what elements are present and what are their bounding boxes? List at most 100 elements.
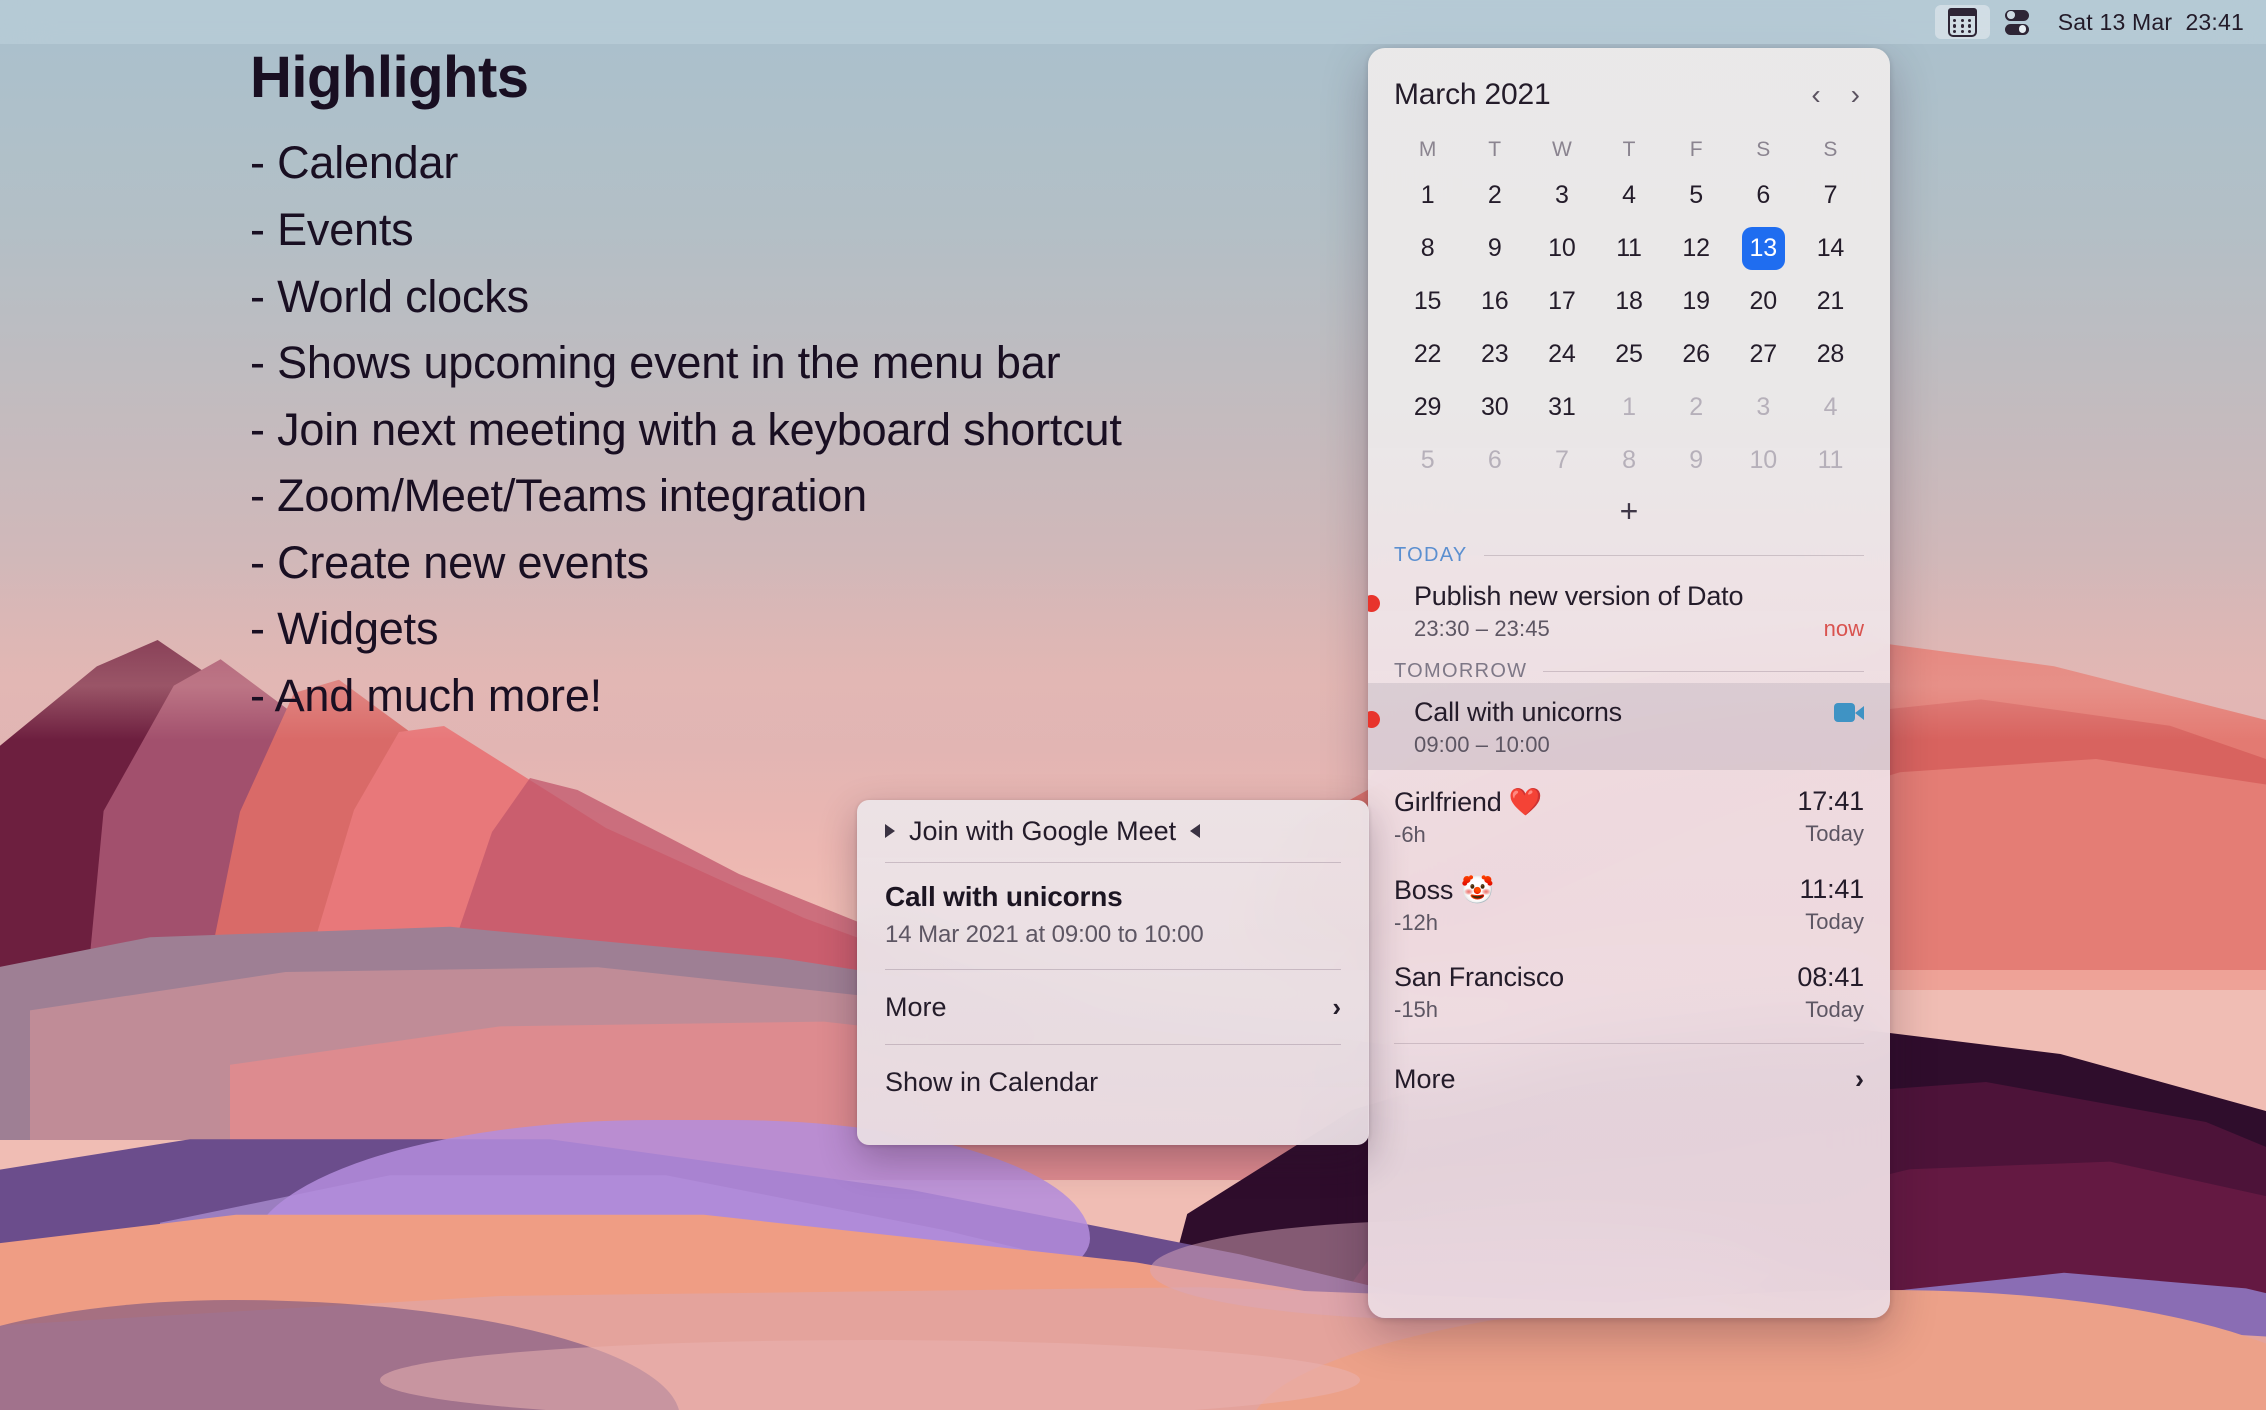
- event-title: Publish new version of Dato: [1414, 581, 1744, 611]
- calendar-day[interactable]: 21: [1797, 278, 1864, 325]
- chevron-right-icon: ›: [1332, 991, 1341, 1022]
- calendar-day[interactable]: 22: [1394, 331, 1461, 378]
- calendar-day[interactable]: 29: [1394, 384, 1461, 431]
- calendar-day-label: 30: [1480, 393, 1509, 421]
- section-divider: [1483, 555, 1864, 556]
- add-event-button[interactable]: +: [1368, 484, 1890, 538]
- weekday-label: F: [1689, 138, 1703, 161]
- calendar-day[interactable]: 9: [1461, 225, 1528, 272]
- world-clock-day: Today: [1805, 997, 1864, 1022]
- calendar-day[interactable]: 16: [1461, 278, 1528, 325]
- event-title: Call with unicorns: [1414, 697, 1622, 727]
- menu-bar-calendar-item[interactable]: [1934, 5, 1990, 39]
- world-clock-time: 08:41: [1797, 962, 1864, 992]
- calendar-day[interactable]: 10: [1730, 437, 1797, 484]
- highlights-item: - And much more!: [250, 670, 602, 722]
- section-label: TODAY: [1394, 544, 1468, 566]
- world-clock-row[interactable]: San Francisco -15h 08:41 Today: [1368, 946, 1890, 1033]
- section-label: TOMORROW: [1394, 660, 1528, 682]
- calendar-day[interactable]: 23: [1461, 331, 1528, 378]
- calendar-day[interactable]: 11: [1797, 437, 1864, 484]
- calendar-day[interactable]: 8: [1595, 437, 1662, 484]
- calendar-day-label: 10: [1749, 446, 1778, 474]
- calendar-day[interactable]: 17: [1528, 278, 1595, 325]
- calendar-week-row: 22 23 24 25 26 27 28: [1394, 331, 1864, 378]
- calendar-day[interactable]: 30: [1461, 384, 1528, 431]
- calendar-day[interactable]: 27: [1730, 331, 1797, 378]
- calendar-day-label: 7: [1823, 181, 1838, 209]
- calendar-day[interactable]: 5: [1394, 437, 1461, 484]
- calendar-day-label: 26: [1682, 340, 1710, 368]
- calendar-day-label: 9: [1487, 234, 1502, 262]
- calendar-day[interactable]: 7: [1528, 437, 1595, 484]
- menu-bar-control-center-item[interactable]: [1990, 5, 2044, 39]
- calendar-day[interactable]: 18: [1595, 278, 1662, 325]
- calendar-day[interactable]: 3: [1730, 384, 1797, 431]
- calendar-day-label: 13: [1741, 227, 1785, 270]
- calendar-day[interactable]: 14: [1797, 225, 1864, 272]
- calendar-day[interactable]: 20: [1730, 278, 1797, 325]
- calendar-day[interactable]: 11: [1595, 225, 1662, 272]
- calendar-day[interactable]: 15: [1394, 278, 1461, 325]
- event-time: 23:30 – 23:45: [1414, 616, 1550, 641]
- calendar-day[interactable]: 2: [1461, 172, 1528, 219]
- calendar-day-label: 3: [1756, 393, 1771, 421]
- calendar-day-label: 7: [1554, 446, 1569, 474]
- menu-bar: Sat 13 Mar 23:41: [0, 0, 2266, 44]
- calendar-day[interactable]: 9: [1663, 437, 1730, 484]
- chevron-left-icon[interactable]: ‹: [1811, 81, 1820, 109]
- video-camera-icon[interactable]: [1834, 703, 1864, 722]
- calendar-day[interactable]: 31: [1528, 384, 1595, 431]
- desktop: Sat 13 Mar 23:41 Highlights - Calendar -…: [0, 0, 2266, 1410]
- calendar-day[interactable]: 1: [1394, 172, 1461, 219]
- calendar-header: March 2021 ‹ ›: [1368, 48, 1890, 112]
- calendar-day-label: 8: [1420, 234, 1435, 262]
- weekday-label: M: [1418, 138, 1437, 161]
- calendar-day[interactable]: 5: [1663, 172, 1730, 219]
- weekday-label: S: [1823, 138, 1838, 161]
- world-clock-day: Today: [1805, 909, 1864, 934]
- chevron-right-icon: ›: [1855, 1064, 1864, 1094]
- calendar-day[interactable]: 4: [1797, 384, 1864, 431]
- chevron-right-icon[interactable]: ›: [1851, 81, 1860, 109]
- context-menu-event-subtitle: 14 Mar 2021 at 09:00 to 10:00: [885, 921, 1204, 948]
- event-title-row: Call with unicorns: [1414, 697, 1864, 728]
- calendar-day[interactable]: 10: [1528, 225, 1595, 272]
- calendar-day[interactable]: 4: [1595, 172, 1662, 219]
- event-color-dot: [1368, 711, 1380, 728]
- calendar-day-label: 20: [1749, 287, 1778, 315]
- context-menu-show-in-calendar-item[interactable]: Show in Calendar: [857, 1045, 1369, 1119]
- context-menu-more-item[interactable]: More ›: [857, 970, 1369, 1044]
- calendar-day[interactable]: 25: [1595, 331, 1662, 378]
- world-clock-row[interactable]: Boss 🤡 -12h 11:41 Today: [1368, 858, 1890, 946]
- calendar-nav: ‹ ›: [1811, 81, 1864, 109]
- calendar-day[interactable]: 19: [1663, 278, 1730, 325]
- calendar-day[interactable]: 1: [1595, 384, 1662, 431]
- event-row[interactable]: Call with unicorns 09:00 – 10:00: [1368, 683, 1890, 770]
- calendar-day[interactable]: 8: [1394, 225, 1461, 272]
- highlights-heading: Highlights: [250, 45, 529, 110]
- calendar-day-label: 15: [1413, 287, 1442, 315]
- calendar-day[interactable]: 7: [1797, 172, 1864, 219]
- section-header-tomorrow: TOMORROW: [1368, 654, 1890, 683]
- calendar-day[interactable]: 6: [1461, 437, 1528, 484]
- panel-more-button[interactable]: More ›: [1368, 1044, 1890, 1109]
- calendar-day[interactable]: 26: [1663, 331, 1730, 378]
- calendar-day[interactable]: 3: [1528, 172, 1595, 219]
- context-menu-join-item[interactable]: Join with Google Meet: [857, 800, 1369, 862]
- calendar-day[interactable]: 6: [1730, 172, 1797, 219]
- calendar-day[interactable]: 2: [1663, 384, 1730, 431]
- world-clock-row[interactable]: Girlfriend ❤️ -6h 17:41 Today: [1368, 770, 1890, 858]
- highlights-item: - Zoom/Meet/Teams integration: [250, 470, 867, 522]
- calendar-day-today[interactable]: 13: [1730, 225, 1797, 272]
- calendar-day-label: 5: [1689, 181, 1703, 209]
- calendar-week-row: 29 30 31 1 2 3 4: [1394, 384, 1864, 431]
- calendar-day-label: 14: [1816, 234, 1845, 262]
- calendar-days: 1 2 3 4 5 6 7 8 9 10 11 12 13 14 15 16 17 18 19 20 21 22 23 24 2…: [1394, 172, 1864, 484]
- menu-bar-clock[interactable]: Sat 13 Mar 23:41: [2044, 9, 2244, 36]
- event-row[interactable]: Publish new version of Dato 23:30 – 23:4…: [1368, 567, 1890, 654]
- calendar-day[interactable]: 12: [1663, 225, 1730, 272]
- calendar-day[interactable]: 24: [1528, 331, 1595, 378]
- calendar-day[interactable]: 28: [1797, 331, 1864, 378]
- context-menu-event-info: Call with unicorns 14 Mar 2021 at 09:00 …: [857, 863, 1369, 969]
